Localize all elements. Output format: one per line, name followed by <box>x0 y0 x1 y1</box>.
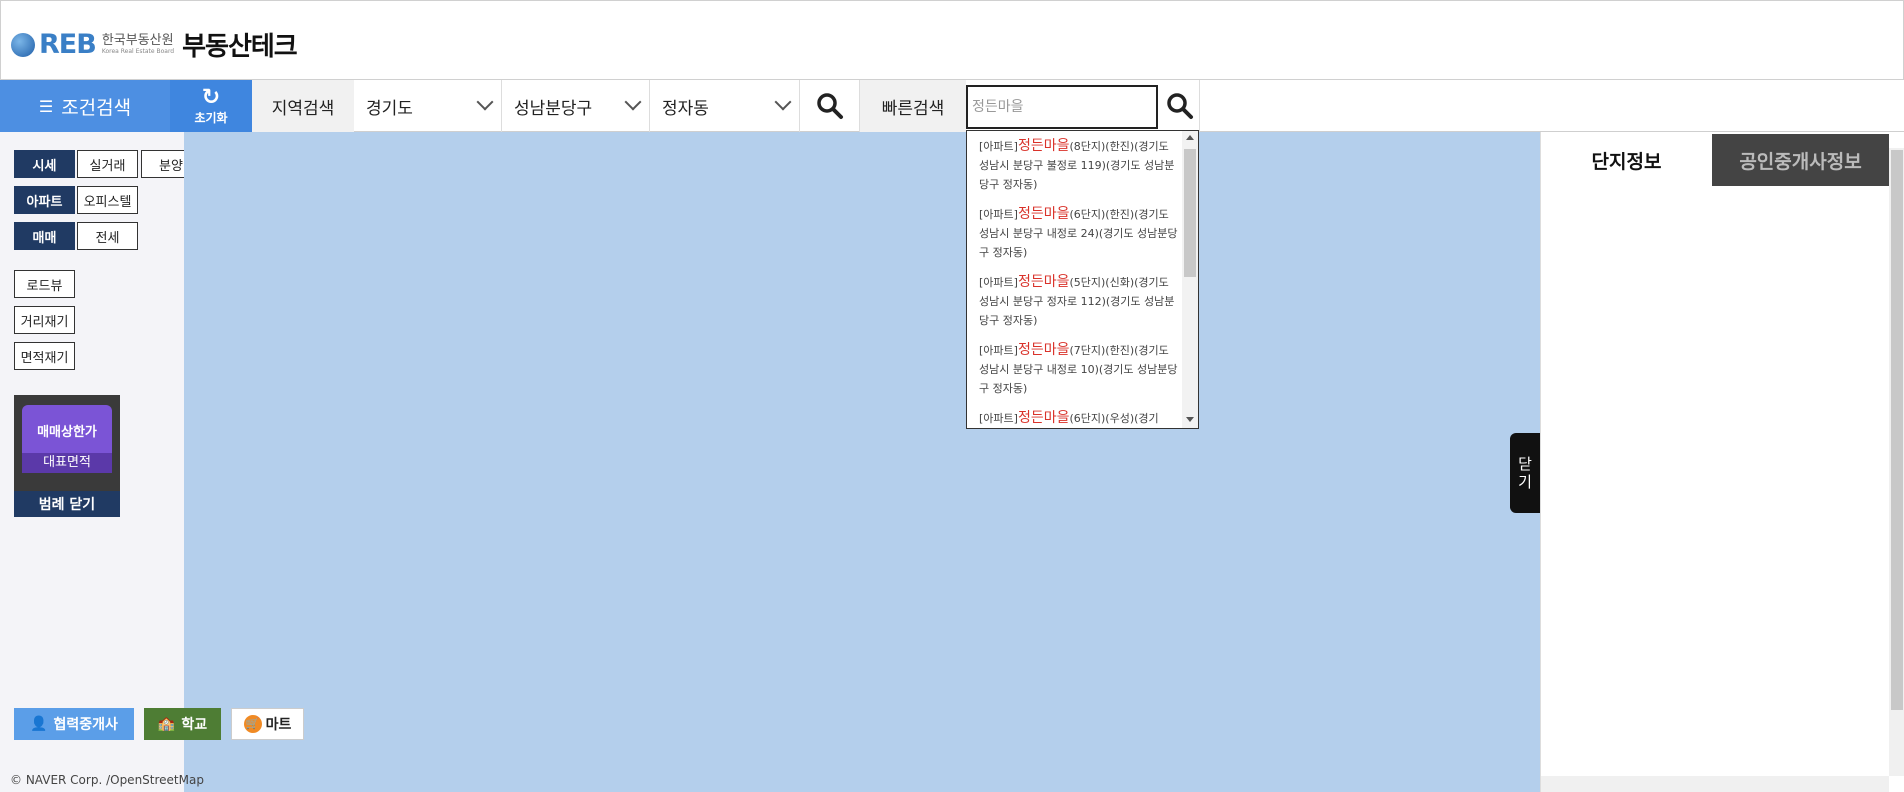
site-title: 부동산테크 <box>182 32 298 62</box>
reb-logo-icon <box>11 32 35 57</box>
town-value: 정자동 <box>662 98 709 119</box>
filter-price-market[interactable]: 시세 <box>14 150 75 178</box>
quick-search-label: 빠른검색 <box>860 80 966 132</box>
scroll-down-arrow-icon[interactable] <box>1186 417 1194 422</box>
suggestion-prefix: [아파트] <box>979 276 1018 289</box>
province-value: 경기도 <box>366 98 413 119</box>
search-icon <box>1166 93 1193 119</box>
suggestion-highlight: 정든마을 <box>1017 410 1070 426</box>
cart-icon: 🛒 <box>243 715 262 733</box>
suggestion-highlight: 정든마을 <box>1017 274 1070 290</box>
list-icon: ☰ <box>38 96 54 116</box>
site-header: REB 한국부동산원 Korea Real Estate Board 부동산테크 <box>0 0 1904 80</box>
scrollbar-thumb[interactable] <box>1184 149 1196 277</box>
province-select[interactable]: 경기도 <box>354 80 502 132</box>
suggestion-item[interactable]: [아파트]정든마을(6단지)(한진)(경기도 성남시 분당구 내정로 24)(경… <box>979 205 1179 262</box>
legend-subtitle: 대표면적 <box>22 453 112 473</box>
mart-label: 마트 <box>265 717 292 733</box>
measure-area-button[interactable]: 면적재기 <box>14 342 75 370</box>
scroll-up-arrow-icon[interactable] <box>1186 135 1194 140</box>
partner-agent-button[interactable]: 👤 협력중개사 <box>14 708 134 740</box>
legend-close-button[interactable]: 범례 닫기 <box>14 491 120 517</box>
panel-close-label: 닫기 <box>1518 455 1532 491</box>
filter-type-officetel[interactable]: 오피스텔 <box>77 186 138 214</box>
chevron-down-icon <box>476 93 494 111</box>
suggestion-scrollbar[interactable] <box>1182 131 1198 428</box>
filter-deal-jeonse[interactable]: 전세 <box>77 222 138 250</box>
reb-logo[interactable]: REB 한국부동산원 Korea Real Estate Board 부동산테크 <box>11 26 298 63</box>
suggestion-detail: (6단지)(우성)(경기 <box>1069 412 1159 425</box>
suggestion-item[interactable]: [아파트]정든마을(8단지)(한진)(경기도 성남시 분당구 불정로 119)(… <box>979 137 1179 194</box>
suggestion-prefix: [아파트] <box>979 140 1018 153</box>
chevron-down-icon <box>774 93 792 111</box>
map-copyright: © NAVER Corp. /OpenStreetMap <box>10 773 204 787</box>
tab-complex-info[interactable]: 단지정보 <box>1541 134 1712 186</box>
person-icon: 👤 <box>30 716 48 732</box>
panel-close-tab[interactable]: 닫기 <box>1510 433 1540 513</box>
suggestion-highlight: 정든마을 <box>1017 206 1070 222</box>
partner-agent-label: 협력중개사 <box>53 717 118 733</box>
school-label: 학교 <box>181 717 208 733</box>
quick-search-button[interactable] <box>1160 80 1200 132</box>
school-icon: 🏫 <box>157 716 176 732</box>
condition-search-label: 조건검색 <box>61 96 132 119</box>
town-select[interactable]: 정자동 <box>650 80 800 132</box>
suggestion-highlight: 정든마을 <box>1017 342 1070 358</box>
search-icon <box>816 93 843 119</box>
roadview-button[interactable]: 로드뷰 <box>14 270 75 298</box>
condition-search-button[interactable]: ☰ 조건검색 <box>0 80 170 132</box>
suggestion-prefix: [아파트] <box>979 208 1018 221</box>
suggestion-item[interactable]: [아파트]정든마을(7단지)(한진)(경기도 성남시 분당구 내정로 10)(경… <box>979 341 1179 398</box>
region-search-button[interactable] <box>800 80 860 132</box>
school-button[interactable]: 🏫 학교 <box>144 708 221 740</box>
suggestion-highlight: 정든마을 <box>1017 138 1070 154</box>
measure-distance-button[interactable]: 거리재기 <box>14 306 75 334</box>
reset-label: 초기화 <box>194 110 228 125</box>
mart-button[interactable]: 🛒 마트 <box>231 708 304 740</box>
logo-english-name: Korea Real Estate Board <box>101 47 175 55</box>
chevron-down-icon <box>624 93 642 111</box>
legend-item: 매매상한가 대표면적 <box>22 405 112 473</box>
logo-org-name: 한국부동산원 Korea Real Estate Board <box>101 32 175 56</box>
logo-reb-text: REB <box>39 29 97 60</box>
suggestion-item[interactable]: [아파트]정든마을(6단지)(우성)(경기 <box>979 409 1179 428</box>
logo-korean-name: 한국부동산원 <box>101 32 174 48</box>
district-value: 성남분당구 <box>514 98 593 119</box>
search-toolbar: ☰ 조건검색 ↻ 초기화 지역검색 경기도 성남분당구 정자동 빠른검색 <box>0 80 1904 132</box>
map-area[interactable] <box>184 132 1540 792</box>
filter-price-actual[interactable]: 실거래 <box>77 150 138 178</box>
refresh-icon: ↻ <box>201 84 221 110</box>
quick-search-suggestions: [아파트]정든마을(8단지)(한진)(경기도 성남시 분당구 불정로 119)(… <box>966 130 1199 429</box>
district-select[interactable]: 성남분당구 <box>502 80 650 132</box>
filter-type-apartment[interactable]: 아파트 <box>14 186 75 214</box>
region-search-label: 지역검색 <box>252 80 354 132</box>
panel-horizontal-scrollbar[interactable] <box>1541 776 1889 792</box>
suggestion-prefix: [아파트] <box>979 344 1018 357</box>
filter-deal-sale[interactable]: 매매 <box>14 222 75 250</box>
info-panel: 단지정보 공인중개사정보 <box>1540 132 1904 792</box>
map-legend: 매매상한가 대표면적 범례 닫기 <box>14 395 120 517</box>
scrollbar-thumb[interactable] <box>1891 150 1903 710</box>
panel-vertical-scrollbar[interactable] <box>1889 148 1904 776</box>
suggestion-item[interactable]: [아파트]정든마을(5단지)(신화)(경기도 성남시 분당구 정자로 112)(… <box>979 273 1179 330</box>
legend-title: 매매상한가 <box>37 425 97 440</box>
suggestion-prefix: [아파트] <box>979 412 1018 425</box>
tab-agent-info[interactable]: 공인중개사정보 <box>1712 134 1889 186</box>
reset-button[interactable]: ↻ 초기화 <box>170 80 252 132</box>
quick-search-input[interactable] <box>966 85 1158 129</box>
